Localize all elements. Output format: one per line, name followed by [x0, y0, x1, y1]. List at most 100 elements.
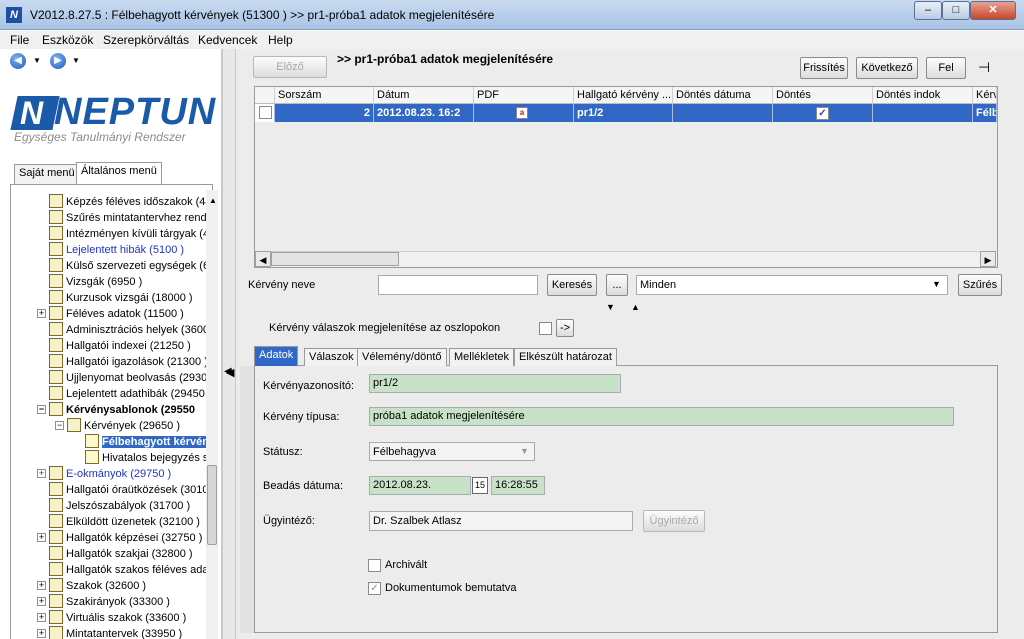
tab-valaszok[interactable]: Válaszok [304, 348, 359, 366]
tree-item[interactable]: Hallgatói igazolások (21300 ) [49, 354, 208, 370]
search-button[interactable]: Keresés [547, 274, 597, 296]
archived-checkbox[interactable] [368, 559, 381, 572]
expand-toggle-icon[interactable]: + [37, 309, 46, 318]
menu-help[interactable]: Help [268, 33, 293, 47]
request-name-input[interactable] [378, 275, 538, 295]
tab-own-menu[interactable]: Saját menü [14, 164, 80, 184]
pdf-icon[interactable]: a [516, 107, 528, 119]
tree-item[interactable]: + Mintatantervek (33950 ) [37, 626, 182, 639]
tree-item[interactable]: Adminisztrációs helyek (3600 [49, 322, 209, 338]
forward-dropdown-icon[interactable]: ▼ [72, 56, 80, 65]
next-button[interactable]: Következő [856, 57, 918, 79]
col-kerv[interactable]: Kérv [973, 87, 997, 104]
tree-item[interactable]: Szűrés mintatantervhez rende [49, 210, 212, 226]
cell-pdf[interactable]: a [474, 104, 574, 122]
tree-item[interactable]: Elküldött üzenetek (32100 ) [49, 514, 200, 530]
expand-toggle-icon[interactable]: − [37, 405, 46, 414]
tree-item[interactable]: + Virtuális szakok (33600 ) [37, 610, 186, 626]
tree-item[interactable]: Hallgatói óraütközések (3010 [49, 482, 208, 498]
tree-item[interactable]: Félbehagyott kérvény [85, 434, 212, 450]
col-dontes-datuma[interactable]: Döntés dátuma [673, 87, 773, 104]
col-hallgato[interactable]: Hallgató kérvény ... [574, 87, 673, 104]
tree-item[interactable]: Vizsgák (6950 ) [49, 274, 142, 290]
expand-toggle-icon[interactable]: + [37, 629, 46, 638]
status-select[interactable]: Félbehagyva [369, 442, 535, 461]
tree-item[interactable]: − Kérvények (29650 ) [55, 418, 180, 434]
tab-adatok[interactable]: Adatok [254, 346, 299, 366]
grid-header-select[interactable] [255, 87, 275, 104]
expand-toggle-icon[interactable]: + [37, 581, 46, 590]
tree-item[interactable]: Képzés féléves időszakok (44 [49, 194, 212, 210]
status-dropdown-icon[interactable]: ▼ [520, 446, 529, 456]
tree-item[interactable]: Hallgatói indexei (21250 ) [49, 338, 191, 354]
prev-button[interactable]: Előző [253, 56, 327, 78]
chevron-down-icon[interactable]: ▼ [932, 279, 941, 289]
administrator-button[interactable]: Ügyintéző [643, 510, 705, 532]
decision-checkbox[interactable]: ✓ [816, 107, 829, 120]
columns-apply-button[interactable]: -> [556, 319, 574, 337]
menu-tools[interactable]: Eszközök [42, 33, 93, 47]
col-datum[interactable]: Dátum [374, 87, 474, 104]
tree-item[interactable]: Hallgatók szakjai (32800 ) [49, 546, 193, 562]
menu-file[interactable]: File [10, 33, 29, 47]
expand-toggle-icon[interactable]: + [37, 613, 46, 622]
filter-select[interactable]: Minden [636, 275, 948, 295]
minimize-button[interactable]: ‒ [914, 1, 942, 20]
tab-hatarozat[interactable]: Elkészült határozat [514, 348, 617, 366]
tree-item[interactable]: Hivatalos bejegyzés sablo [85, 450, 212, 466]
ellipsis-button[interactable]: ... [606, 274, 628, 296]
expand-toggle-icon[interactable]: + [37, 533, 46, 542]
expand-toggle-icon[interactable]: − [55, 421, 64, 430]
scroll-left-icon[interactable]: ◀ [255, 251, 271, 267]
tree-item[interactable]: Jelszószabályok (31700 ) [49, 498, 190, 514]
col-dontes-indok[interactable]: Döntés indok [873, 87, 973, 104]
back-dropdown-icon[interactable]: ▼ [33, 56, 41, 65]
row-checkbox[interactable] [259, 106, 272, 119]
tree-item[interactable]: + Féléves adatok (11500 ) [37, 306, 184, 322]
columns-toggle-checkbox[interactable] [539, 322, 552, 335]
tree-item[interactable]: Lejelentett adathibák (29450 [49, 386, 205, 402]
expand-toggle-icon[interactable]: + [37, 597, 46, 606]
tree-item[interactable]: + Szakok (32600 ) [37, 578, 146, 594]
col-sorszam[interactable]: Sorszám [275, 87, 374, 104]
refresh-button[interactable]: Frissítés [800, 57, 848, 79]
calendar-icon[interactable]: 15 [472, 477, 488, 494]
col-pdf[interactable]: PDF [474, 87, 574, 104]
col-dontes[interactable]: Döntés [773, 87, 873, 104]
tree-scrollbar-thumb[interactable] [207, 465, 217, 545]
collapse-up-icon[interactable]: ▲ [631, 302, 640, 312]
tree-item[interactable]: Lejelentett hibák (5100 ) [49, 242, 184, 258]
maximize-button[interactable]: □ [942, 1, 970, 20]
filter-button[interactable]: Szűrés [958, 274, 1002, 296]
scroll-up-icon[interactable]: ▲ [209, 196, 217, 205]
expand-panel-icon[interactable]: ◀ [226, 366, 234, 379]
tab-general-menu[interactable]: Általános menü [76, 162, 162, 184]
collapse-down-icon[interactable]: ▼ [606, 302, 615, 312]
menu-favorites[interactable]: Kedvencek [198, 33, 257, 47]
tree-item[interactable]: − Kérvénysablonok (29550 [37, 402, 195, 418]
pane-splitter[interactable] [222, 49, 236, 639]
close-button[interactable]: ✕ [970, 1, 1016, 20]
expand-toggle-icon[interactable]: + [37, 469, 46, 478]
pin-icon[interactable]: ⊣ [978, 59, 990, 76]
tree-item[interactable]: + E-okmányok (29750 ) [37, 466, 171, 482]
tree-item[interactable]: + Szakirányok (33300 ) [37, 594, 170, 610]
tree-item[interactable]: Külső szervezeti egységek (6 [49, 258, 209, 274]
tree-scrollbar[interactable] [206, 190, 218, 639]
scroll-right-icon[interactable]: ▶ [980, 251, 996, 267]
tree-item[interactable]: Intézményen kívüli tárgyak (4 [49, 226, 209, 242]
row-select-checkbox[interactable] [255, 104, 275, 122]
grid-hscrollbar-thumb[interactable] [271, 252, 399, 266]
forward-arrow-icon[interactable]: ▶ [50, 53, 66, 69]
table-row[interactable]: 2 2012.08.23. 16:2 a pr1/2 ✓ Félb [255, 104, 997, 122]
tree-item[interactable]: Ujjlenyomat beolvasás (29300 [49, 370, 212, 386]
up-button[interactable]: Fel [926, 57, 966, 79]
tree-item[interactable]: Hallgatók szakos féléves ada [49, 562, 208, 578]
documents-shown-checkbox[interactable]: ✓ [368, 582, 381, 595]
tab-mellekletek[interactable]: Mellékletek [449, 348, 515, 366]
back-arrow-icon[interactable]: ◀ [10, 53, 26, 69]
tree-item[interactable]: Kurzusok vizsgái (18000 ) [49, 290, 193, 306]
tab-velemeny[interactable]: Vélemény/döntő [357, 348, 447, 366]
tree-item[interactable]: + Hallgatók képzései (32750 ) [37, 530, 202, 546]
menu-role-switch[interactable]: Szerepkörváltás [103, 33, 189, 47]
